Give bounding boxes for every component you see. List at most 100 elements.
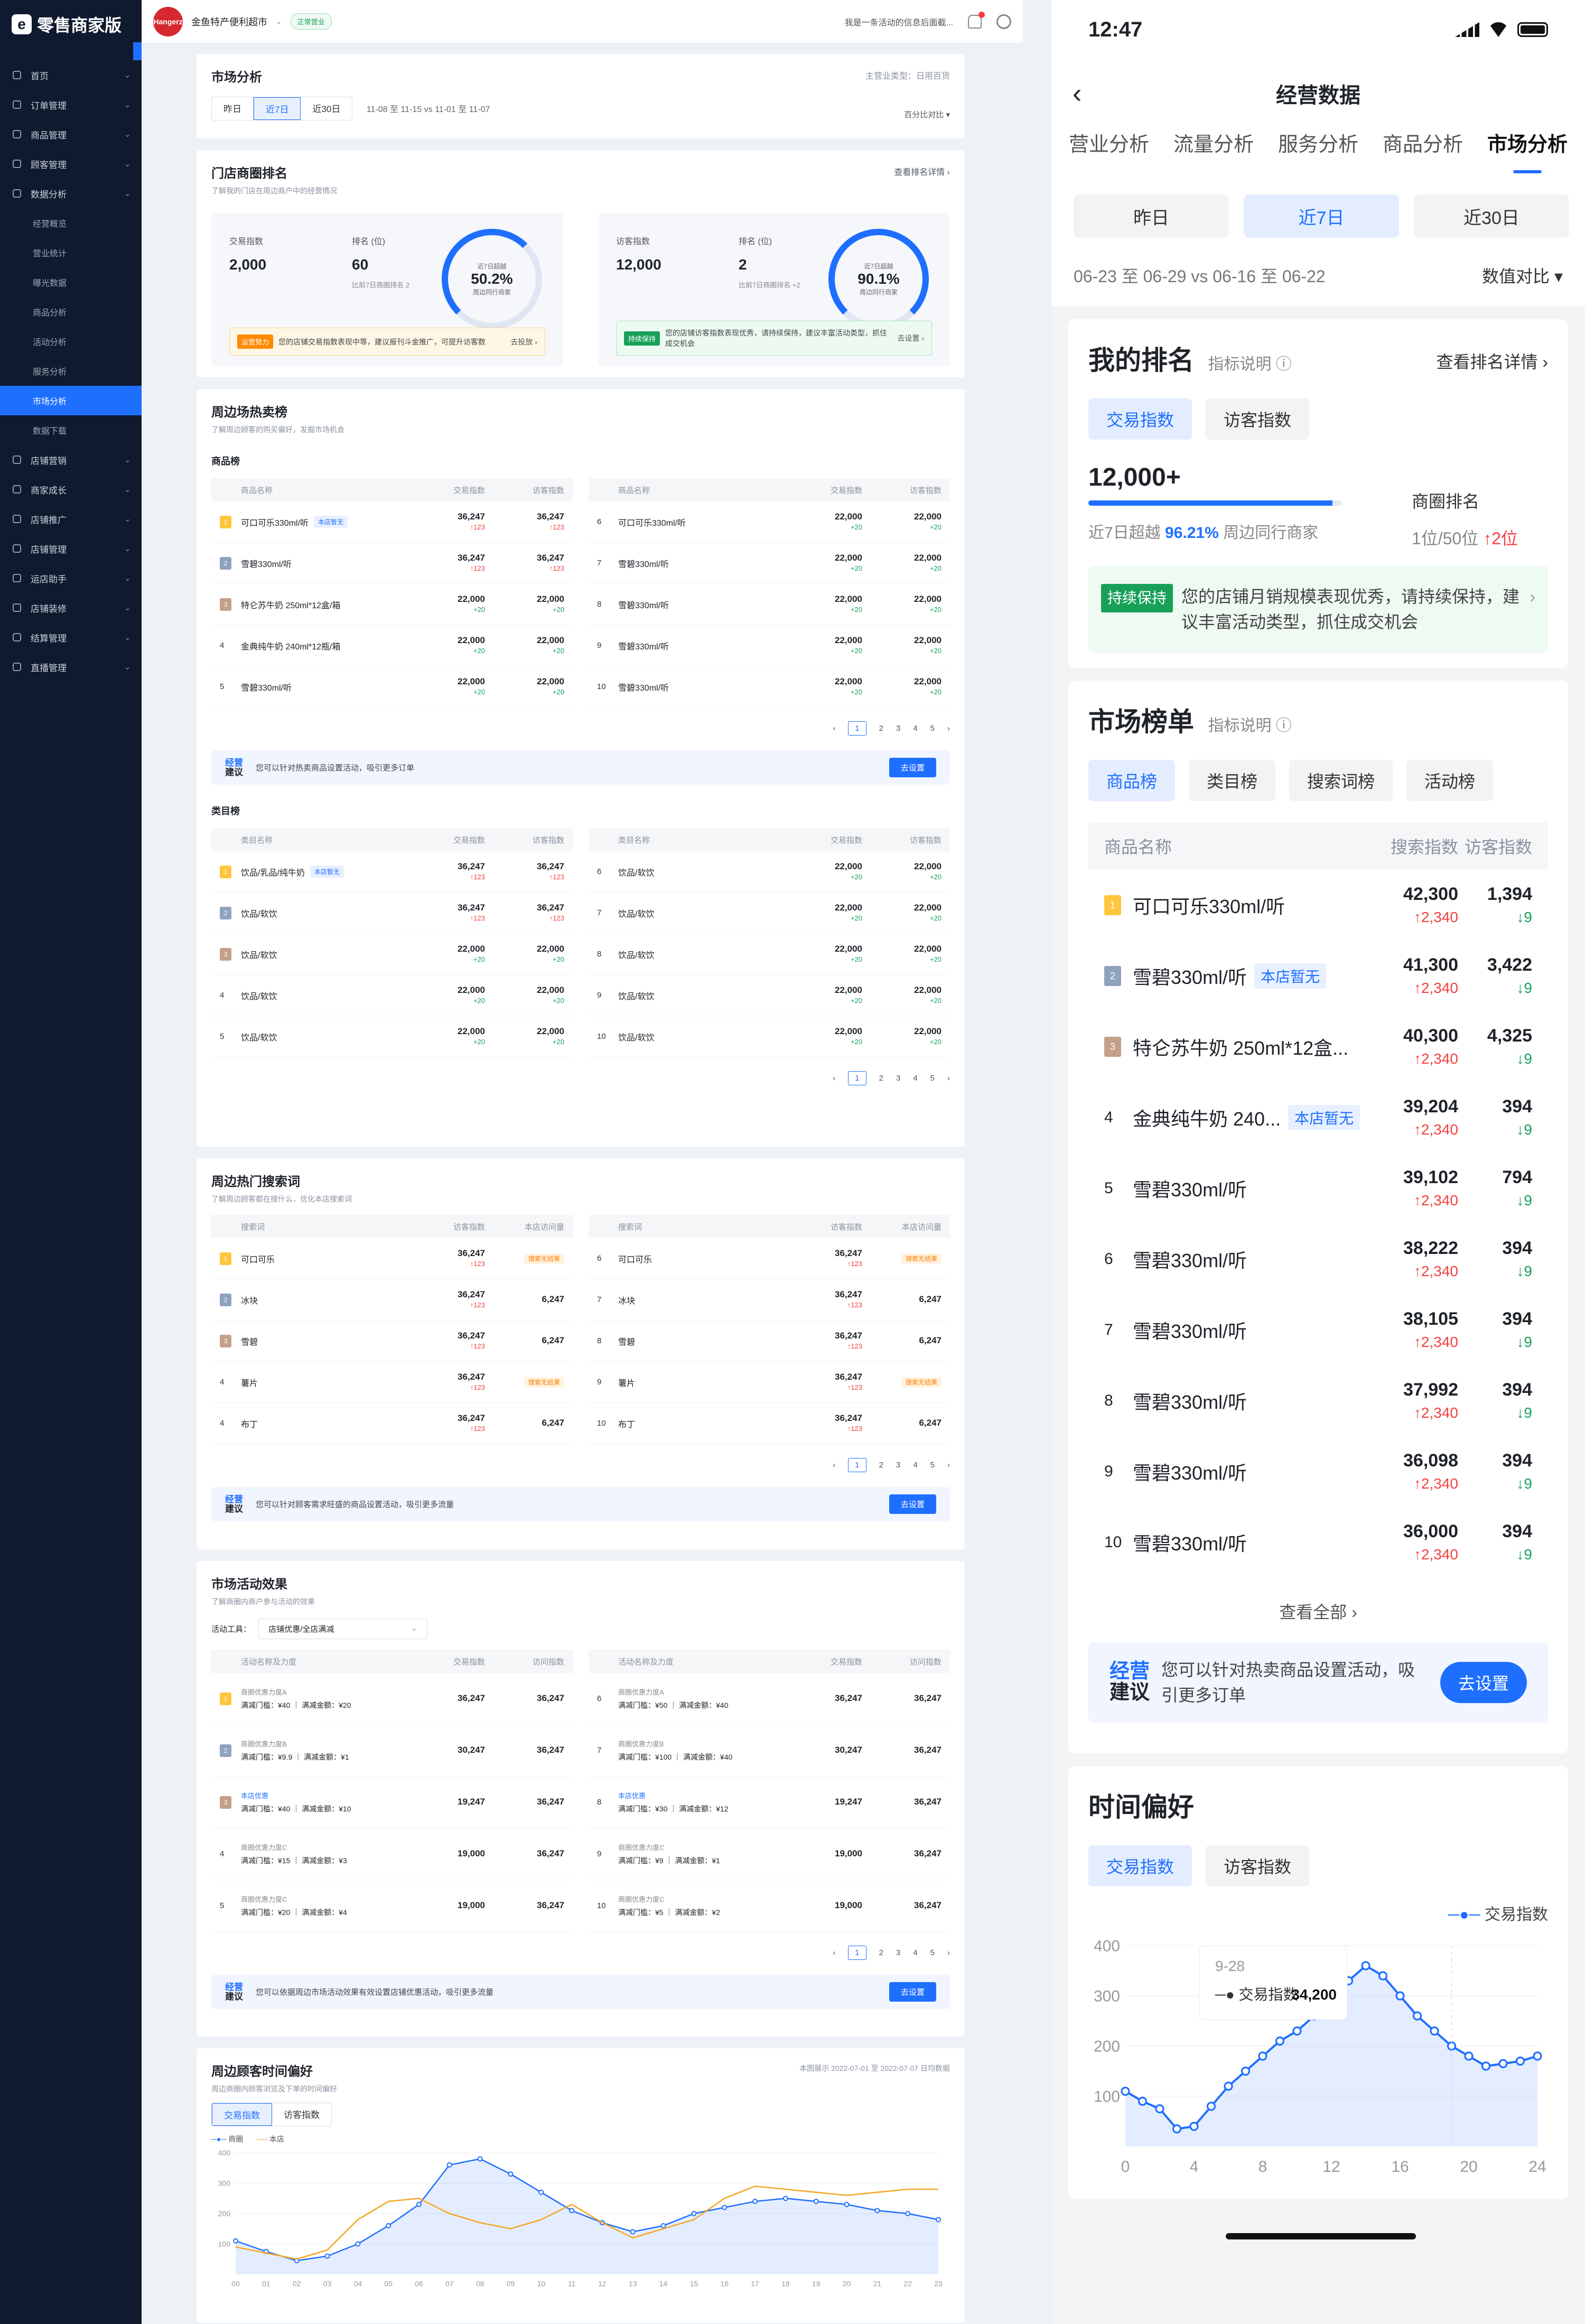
go-setting-button[interactable]: 去设置	[1440, 1662, 1527, 1703]
table-row[interactable]: 7 饮品/软饮 22,000 +20 22,000 +20	[589, 893, 950, 934]
page-4[interactable]: 4	[913, 1074, 917, 1083]
table-row[interactable]: 4 饮品/软饮 22,000 +20 22,000 +20	[211, 975, 573, 1016]
table-row[interactable]: 1 可口可乐330ml/听 本店暂无 36,247 ↑123 36,247 ↑123	[211, 501, 573, 543]
tip-go-link[interactable]: 去设置 ›	[897, 333, 924, 343]
page-3[interactable]: 3	[896, 1948, 900, 1957]
table-row[interactable]: 4 薯片 36,247 ↑123 搜索无结果	[211, 1362, 573, 1403]
table-row[interactable]: 9 商圈优惠力度C 满减门槛：¥9 ｜ 满减金额：¥1 19,000 36,247	[589, 1828, 950, 1880]
prev-page-icon[interactable]: ‹	[833, 724, 835, 733]
next-page-icon[interactable]: ›	[947, 1074, 950, 1083]
sidebar-item[interactable]: 商家成长 ⌄	[0, 475, 142, 504]
tab-goods[interactable]: 商品分析	[1383, 128, 1463, 165]
table-row[interactable]: 2 饮品/软饮 36,247 ↑123 36,247 ↑123	[211, 893, 573, 934]
period-yesterday[interactable]: 昨日	[212, 97, 254, 120]
table-row[interactable]: 7 商圈优惠力度B 满减门槛：¥100 ｜ 满减金额：¥40 30,247 36,247	[589, 1725, 950, 1777]
table-row[interactable]: 9 雪碧330ml/听 22,000 +20 22,000 +20	[589, 625, 950, 666]
table-row[interactable]: 9 薯片 36,247 ↑123 搜索无结果	[589, 1362, 950, 1403]
table-row[interactable]: 10 饮品/软饮 22,000 +20 22,000 +20	[589, 1016, 950, 1057]
sidebar-item[interactable]: 商品管理 ⌄	[0, 119, 142, 149]
next-page-icon[interactable]: ›	[947, 724, 950, 733]
store-name[interactable]: 金鱼特产便利超市	[191, 15, 267, 29]
table-row[interactable]: 10 雪碧330ml/听 22,000 +20 22,000 +20	[589, 666, 950, 708]
metric-help-link[interactable]: 指标说明 ⓘ	[1208, 717, 1291, 735]
tab-traffic[interactable]: 流量分析	[1173, 128, 1254, 165]
pill-visitor-index[interactable]: 访客指数	[1206, 1845, 1310, 1886]
sidebar-item[interactable]: 首页 ⌄	[0, 60, 142, 90]
table-row[interactable]: 7 冰块 36,247 ↑123 6,247	[589, 1279, 950, 1321]
sidebar-item[interactable]: 订单管理 ⌄	[0, 90, 142, 119]
board-row[interactable]: 4 金典纯牛奶 240... 本店暂无 39,204 ↑2,340 394 ↓9	[1088, 1082, 1548, 1153]
table-row[interactable]: 3 雪碧 36,247 ↑123 6,247	[211, 1321, 573, 1362]
page-5[interactable]: 5	[930, 1074, 935, 1083]
chevron-down-icon[interactable]: ⌄	[276, 17, 282, 26]
table-row[interactable]: 4 布丁 36,247 ↑123 6,247	[211, 1403, 573, 1444]
activity-tool-select[interactable]: 店铺优惠/全店满减 ⌄	[258, 1619, 428, 1639]
board-row[interactable]: 6 雪碧330ml/听 38,222 ↑2,340 394 ↓9	[1088, 1224, 1548, 1295]
table-row[interactable]: 5 饮品/软饮 22,000 +20 22,000 +20	[211, 1016, 573, 1057]
table-row[interactable]: 9 饮品/软饮 22,000 +20 22,000 +20	[589, 975, 950, 1016]
page-3[interactable]: 3	[896, 724, 900, 733]
table-row[interactable]: 10 布丁 36,247 ↑123 6,247	[589, 1403, 950, 1444]
sidebar-subitem[interactable]: 市场分析	[0, 386, 142, 415]
table-row[interactable]: 1 饮品/乳品/纯牛奶 本店暂无 36,247 ↑123 36,247 ↑123	[211, 851, 573, 893]
page-1[interactable]: 1	[848, 721, 866, 736]
period-30d[interactable]: 近30日	[1414, 194, 1569, 238]
compare-select[interactable]: 百分比对比 ▾	[904, 109, 950, 120]
prev-page-icon[interactable]: ‹	[833, 1461, 835, 1470]
sidebar-item[interactable]: 店铺营销 ⌄	[0, 445, 142, 475]
pill-category[interactable]: 类目榜	[1189, 760, 1276, 801]
table-row[interactable]: 1 可口可乐 36,247 ↑123 搜索无结果	[211, 1238, 573, 1279]
go-setting-button[interactable]: 去设置	[889, 1494, 936, 1514]
page-2[interactable]: 2	[879, 1948, 883, 1957]
sidebar-item[interactable]: 店铺管理 ⌄	[0, 534, 142, 563]
sidebar-item[interactable]: 店铺装修 ⌄	[0, 593, 142, 622]
table-row[interactable]: 8 雪碧330ml/听 22,000 +20 22,000 +20	[589, 584, 950, 625]
table-row[interactable]: 4 金典纯牛奶 240ml*12瓶/箱 22,000 +20 22,000 +20	[211, 625, 573, 666]
rank-detail-link[interactable]: 查看排名详情 ›	[1436, 349, 1548, 373]
sidebar-subitem[interactable]: 曝光数据	[0, 267, 142, 297]
collapse-handle[interactable]	[133, 42, 142, 60]
sidebar-item[interactable]: 数据分析 ⌄	[0, 179, 142, 208]
table-row[interactable]: 5 商圈优惠力度C 满减门槛：¥20 ｜ 满减金额：¥4 19,000 36,247	[211, 1880, 573, 1932]
sidebar-item[interactable]: 店铺推广 ⌄	[0, 504, 142, 534]
period-30d[interactable]: 近30日	[301, 97, 352, 120]
table-row[interactable]: 3 饮品/软饮 22,000 +20 22,000 +20	[211, 934, 573, 975]
rank-tip[interactable]: 持续保持 您的店铺月销规模表现优秀，请持续保持，建议丰富活动类型，抓住成交机会 …	[1088, 566, 1548, 653]
board-row[interactable]: 5 雪碧330ml/听 39,102 ↑2,340 794 ↓9	[1088, 1153, 1548, 1224]
page-4[interactable]: 4	[913, 1461, 917, 1470]
table-row[interactable]: 8 饮品/软饮 22,000 +20 22,000 +20	[589, 934, 950, 975]
table-row[interactable]: 5 雪碧330ml/听 22,000 +20 22,000 +20	[211, 666, 573, 708]
board-row[interactable]: 2 雪碧330ml/听 本店暂无 41,300 ↑2,340 3,422 ↓9	[1088, 941, 1548, 1011]
go-setting-button[interactable]: 去设置	[889, 758, 936, 777]
page-5[interactable]: 5	[930, 1948, 935, 1957]
table-row[interactable]: 2 商圈优惠力度B 满减门槛：¥9.9 ｜ 满减金额：¥1 30,247 36,247	[211, 1725, 573, 1777]
prev-page-icon[interactable]: ‹	[833, 1074, 835, 1083]
table-row[interactable]: 4 商圈优惠力度C 满减门槛：¥15 ｜ 满减金额：¥3 19,000 36,247	[211, 1828, 573, 1880]
sidebar-item[interactable]: 顾客管理 ⌄	[0, 149, 142, 179]
table-row[interactable]: 6 可口可乐 36,247 ↑123 搜索无结果	[589, 1238, 950, 1279]
prev-page-icon[interactable]: ‹	[833, 1948, 835, 1957]
pill-trade-index[interactable]: 交易指数	[1088, 398, 1192, 440]
go-setting-button[interactable]: 去设置	[889, 1982, 936, 2002]
page-5[interactable]: 5	[930, 1461, 935, 1470]
table-row[interactable]: 6 饮品/软饮 22,000 +20 22,000 +20	[589, 851, 950, 893]
page-4[interactable]: 4	[913, 724, 917, 733]
gear-icon[interactable]	[996, 14, 1011, 29]
sidebar-item[interactable]: 直播管理 ⌄	[0, 652, 142, 682]
page-1[interactable]: 1	[848, 1071, 866, 1085]
table-row[interactable]: 2 雪碧330ml/听 36,247 ↑123 36,247 ↑123	[211, 543, 573, 584]
period-yesterday[interactable]: 昨日	[1074, 194, 1229, 238]
pill-goods[interactable]: 商品榜	[1088, 760, 1176, 801]
pill-activity[interactable]: 活动榜	[1406, 760, 1494, 801]
page-5[interactable]: 5	[930, 724, 935, 733]
page-2[interactable]: 2	[879, 1074, 883, 1083]
period-7d[interactable]: 近7日	[254, 97, 301, 120]
page-1[interactable]: 1	[848, 1946, 866, 1960]
table-row[interactable]: 2 冰块 36,247 ↑123 6,247	[211, 1279, 573, 1321]
back-icon[interactable]: ‹	[1073, 78, 1081, 109]
page-2[interactable]: 2	[879, 1461, 883, 1470]
table-row[interactable]: 10 商圈优惠力度C 满减门槛：¥5 ｜ 满减金额：¥2 19,000 36,247	[589, 1880, 950, 1932]
next-page-icon[interactable]: ›	[947, 1948, 950, 1957]
table-row[interactable]: 8 本店优惠 满减门槛：¥30 ｜ 满减金额：¥12 19,247 36,247	[589, 1777, 950, 1828]
pill-visitor-index[interactable]: 访客指数	[1206, 398, 1310, 440]
